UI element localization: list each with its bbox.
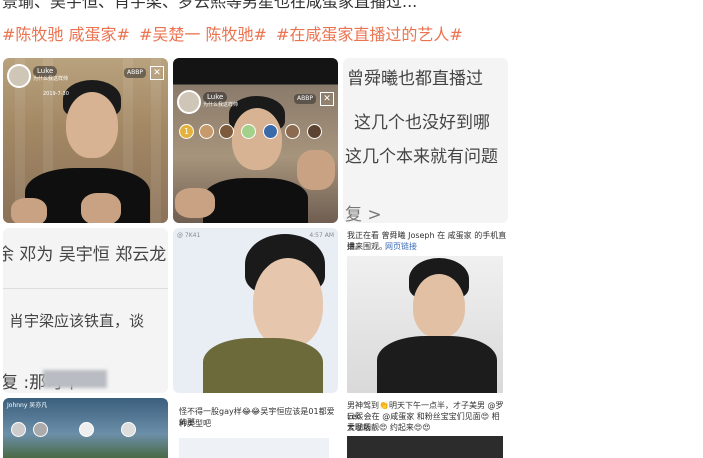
image-thumbnail-6[interactable]: 我正在看 曾舜曦 Joseph 在 咸蛋家 的手机直播。 速来围观。 网页链接 [343, 228, 508, 393]
caption-text: 大咖靓靓😍 约起来😍😍 [347, 423, 431, 432]
screenshot-text: 复 > [345, 205, 382, 223]
streamer-avatar [7, 64, 31, 88]
image-thumbnail-3[interactable]: 曾舜曦也都直播过 ：这几个也没好到哪 这几个本来就有问题 复 > [343, 58, 508, 223]
live-stats: 2019-7-30 [43, 91, 69, 97]
caption-text: 速来围观。 [347, 242, 387, 251]
live-badge: ABBP [124, 68, 146, 78]
close-icon: ✕ [150, 66, 164, 80]
screenshot-text: ：这几个也没好到哪 [343, 113, 490, 133]
image-thumbnail-1[interactable]: Luke 为什么我这样帅 ABBP ✕ 2019-7-30 [3, 58, 168, 223]
streamer-tagline: 为什么我这样帅 [203, 102, 239, 108]
caption-text: 种类型吧 [179, 419, 211, 428]
hashtag-link[interactable]: #吴楚一 陈牧驰# [139, 25, 267, 44]
screenshot-text: 曾舜曦也都直播过 [347, 69, 483, 89]
screenshot-text: 余 邓为 吴宇恒 郑云龙 [3, 245, 167, 265]
image-thumbnail-4[interactable]: 余 邓为 吴宇恒 郑云龙 肖宇梁应该铁直，谈 复 :那可不 [3, 228, 168, 393]
hashtag-link[interactable]: #陈牧驰 咸蛋家# [2, 25, 130, 44]
hashtag-link[interactable]: #在咸蛋家直播过的艺人# [276, 25, 463, 44]
image-thumbnail-7[interactable]: Johnny 吴亦凡 [3, 398, 168, 458]
blurred-username [43, 370, 107, 388]
streamer-name: Johnny 吴亦凡 [7, 402, 48, 409]
screenshot-header: @ 7K41 [177, 232, 201, 239]
hashtag-row: #陈牧驰 咸蛋家# #吴楚一 陈牧驰# #在咸蛋家直播过的艺人# [2, 25, 467, 45]
live-badge: ABBP [294, 94, 316, 104]
screenshot-text: 肖宇梁应该铁直，谈 [9, 312, 145, 330]
image-thumbnail-5[interactable]: @ 7K41 4:57 AM [173, 228, 338, 393]
web-link[interactable]: 网页链接 [385, 241, 417, 252]
close-icon: ✕ [320, 92, 334, 106]
image-thumbnail-2[interactable]: Luke 为什么我这样帅 ABBP ✕ 1 [173, 58, 338, 223]
image-thumbnail-9[interactable]: 男神驾到👏明天下午一点半，才子美男 @罗云熙 Leo 会在 @咸蛋家 和粉丝宝宝… [343, 398, 508, 458]
screenshot-text: 这几个本来就有问题 [345, 147, 498, 167]
screenshot-time: 4:57 AM [309, 232, 334, 239]
image-thumbnail-8[interactable]: 怪不得一股gay样😂😂吴宇恒应该是01都爱的那 种类型吧 [173, 398, 338, 458]
streamer-avatar [177, 90, 201, 114]
post-body-text: 景瑜、吴宇恒、肖宇梁、罗云熙等男星也在咸蛋家直播过... [2, 0, 418, 11]
gift-row: 1 [179, 124, 329, 142]
streamer-tagline: 为什么我这样帅 [33, 76, 69, 82]
